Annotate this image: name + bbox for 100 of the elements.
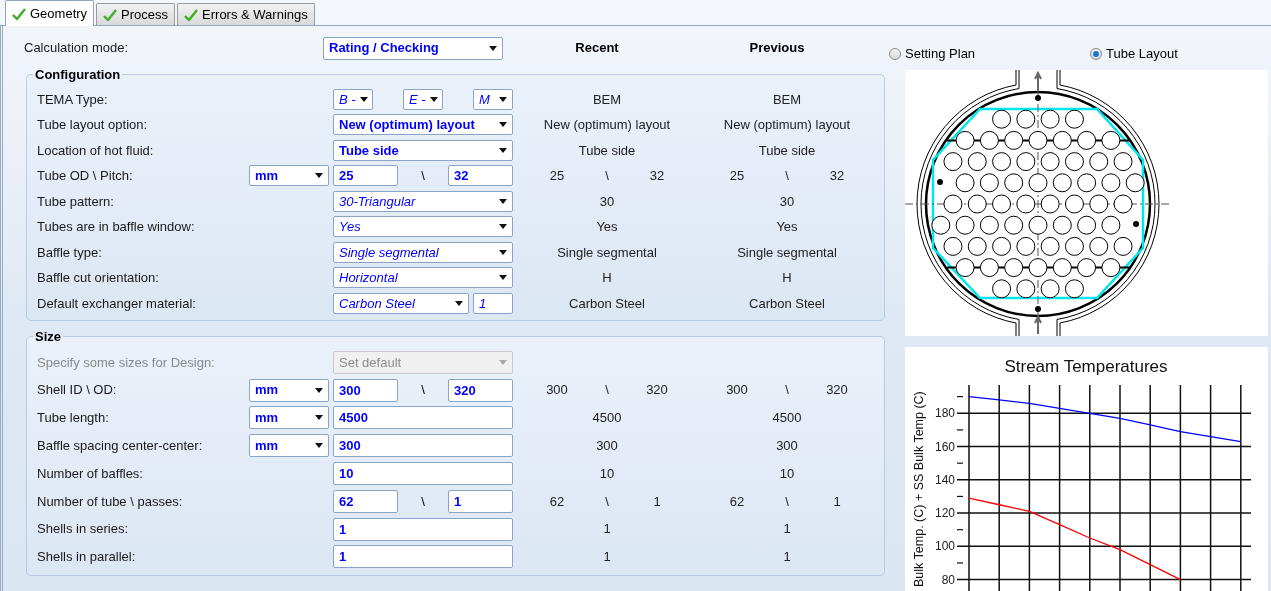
- previous-value: 300: [545, 381, 569, 400]
- previous-value: 300: [596, 437, 618, 456]
- dropdown[interactable]: mm: [249, 406, 329, 430]
- caret-icon: [315, 443, 323, 449]
- field-label: Specify some sizes for Design:: [37, 353, 216, 372]
- dropdown[interactable]: mm: [249, 378, 329, 402]
- dropdown[interactable]: mm: [249, 165, 329, 187]
- field-label: Baffle cut orientation:: [37, 269, 160, 287]
- previous-value: H: [602, 269, 612, 287]
- previous-value: Tube side: [578, 141, 636, 160]
- dropdown[interactable]: Horizontal: [333, 267, 513, 289]
- caret-icon: [499, 96, 507, 102]
- field-label: Shell ID \ OD:: [37, 381, 118, 400]
- previous-value: 4500: [772, 409, 802, 428]
- previous-value: 1: [832, 492, 842, 511]
- field-label: Default exchanger material:: [37, 294, 197, 313]
- dropdown[interactable]: 30-Triangular: [333, 190, 513, 212]
- caret-icon: [499, 249, 507, 255]
- previous-value: Single segmental: [737, 243, 837, 262]
- caret-icon: [315, 387, 323, 393]
- previous-value: Tube side: [758, 141, 816, 160]
- checkmark-icon: [184, 8, 199, 21]
- input-field[interactable]: 320: [448, 378, 513, 402]
- caret-icon: [499, 275, 507, 281]
- previous-value: 320: [645, 381, 669, 400]
- previous-value: 25: [548, 167, 566, 185]
- previous-value: 32: [828, 167, 846, 185]
- field-label: Shells in parallel:: [37, 548, 137, 567]
- dropdown[interactable]: Carbon Steel: [333, 292, 469, 314]
- previous-value: 4500: [592, 409, 622, 428]
- caret-icon: [359, 96, 368, 102]
- previous-value: 1: [783, 548, 791, 567]
- previous-value: BEM: [592, 90, 622, 109]
- field-label: Tube length:: [37, 409, 110, 428]
- radio-option[interactable]: Tube Layout: [1090, 44, 1178, 64]
- previous-value: 1: [603, 520, 611, 539]
- previous-value: 62: [548, 492, 566, 511]
- caret-icon: [315, 415, 323, 421]
- dropdown[interactable]: E -: [403, 88, 443, 110]
- input-field[interactable]: 1: [473, 292, 513, 314]
- input-field[interactable]: 300: [333, 378, 398, 402]
- input-field[interactable]: 62: [333, 489, 398, 513]
- radio-button[interactable]: [889, 48, 901, 60]
- group-title: Configuration: [34, 66, 122, 84]
- dropdown[interactable]: Tube side: [333, 139, 513, 161]
- field-label: Tubes are in baffle window:: [37, 218, 196, 236]
- previous-value: Yes: [596, 218, 618, 236]
- tab[interactable]: Errors & Warnings: [177, 3, 315, 25]
- previous-value: \: [604, 492, 610, 511]
- previous-value: 1: [603, 548, 611, 567]
- previous-value: Yes: [776, 218, 798, 236]
- column-header: Recent: [574, 39, 620, 58]
- caret-icon: [499, 198, 507, 204]
- input-field[interactable]: 32: [448, 165, 513, 187]
- dropdown[interactable]: mm: [249, 434, 329, 458]
- input-field[interactable]: 1: [333, 517, 513, 541]
- field-label: TEMA Type:: [37, 90, 109, 109]
- group-title: Size: [34, 328, 62, 346]
- input-field[interactable]: 300: [333, 434, 513, 458]
- tab[interactable]: Process: [96, 3, 176, 25]
- dropdown[interactable]: Yes: [333, 216, 513, 238]
- dropdown[interactable]: Single segmental: [333, 241, 513, 263]
- caret-icon: [499, 224, 507, 230]
- previous-value: \: [784, 492, 790, 511]
- caret-icon: [455, 300, 463, 306]
- dropdown[interactable]: New (optimum) layout: [333, 114, 513, 136]
- tab[interactable]: Geometry: [5, 0, 95, 26]
- input-field[interactable]: 1: [448, 489, 513, 513]
- previous-value: New (optimum) layout: [723, 116, 851, 134]
- dropdown[interactable]: M: [473, 88, 513, 110]
- previous-value: \: [604, 167, 610, 185]
- previous-value: Single segmental: [557, 243, 657, 262]
- radio-button[interactable]: [1090, 48, 1102, 60]
- field-label: Number of baffles:: [37, 464, 144, 483]
- caret-icon: [315, 173, 323, 179]
- input-field[interactable]: 10: [333, 462, 513, 486]
- field-label: Tube layout option:: [37, 116, 149, 134]
- field-label: Location of hot fluid:: [37, 141, 155, 160]
- input-field[interactable]: 4500: [333, 406, 513, 430]
- radio-option[interactable]: Setting Plan: [889, 44, 1090, 64]
- previous-value: 30: [779, 192, 795, 211]
- axis-tick-label: 100: [934, 539, 955, 554]
- checkmark-icon: [103, 8, 118, 21]
- field-label: Number of tube \ passes:: [37, 492, 184, 511]
- input-field[interactable]: 1: [333, 545, 513, 569]
- previous-value: New (optimum) layout: [543, 116, 671, 134]
- input-field[interactable]: 25: [333, 165, 398, 187]
- previous-value: 10: [779, 464, 795, 483]
- previous-value: Carbon Steel: [749, 294, 825, 313]
- dropdown[interactable]: Rating / Checking: [323, 36, 503, 60]
- axis-tick-label: 140: [934, 472, 955, 487]
- previous-value: 300: [725, 381, 749, 400]
- previous-value: H: [782, 269, 792, 287]
- field-label: Tube OD \ Pitch:: [37, 167, 134, 185]
- axis-tick-label: 180: [934, 406, 955, 421]
- field-label: Baffle type:: [37, 243, 103, 262]
- separator-text: \: [420, 492, 426, 511]
- dropdown[interactable]: B -: [333, 88, 373, 110]
- previous-value: \: [604, 381, 610, 400]
- axis-tick-label: 160: [934, 439, 955, 454]
